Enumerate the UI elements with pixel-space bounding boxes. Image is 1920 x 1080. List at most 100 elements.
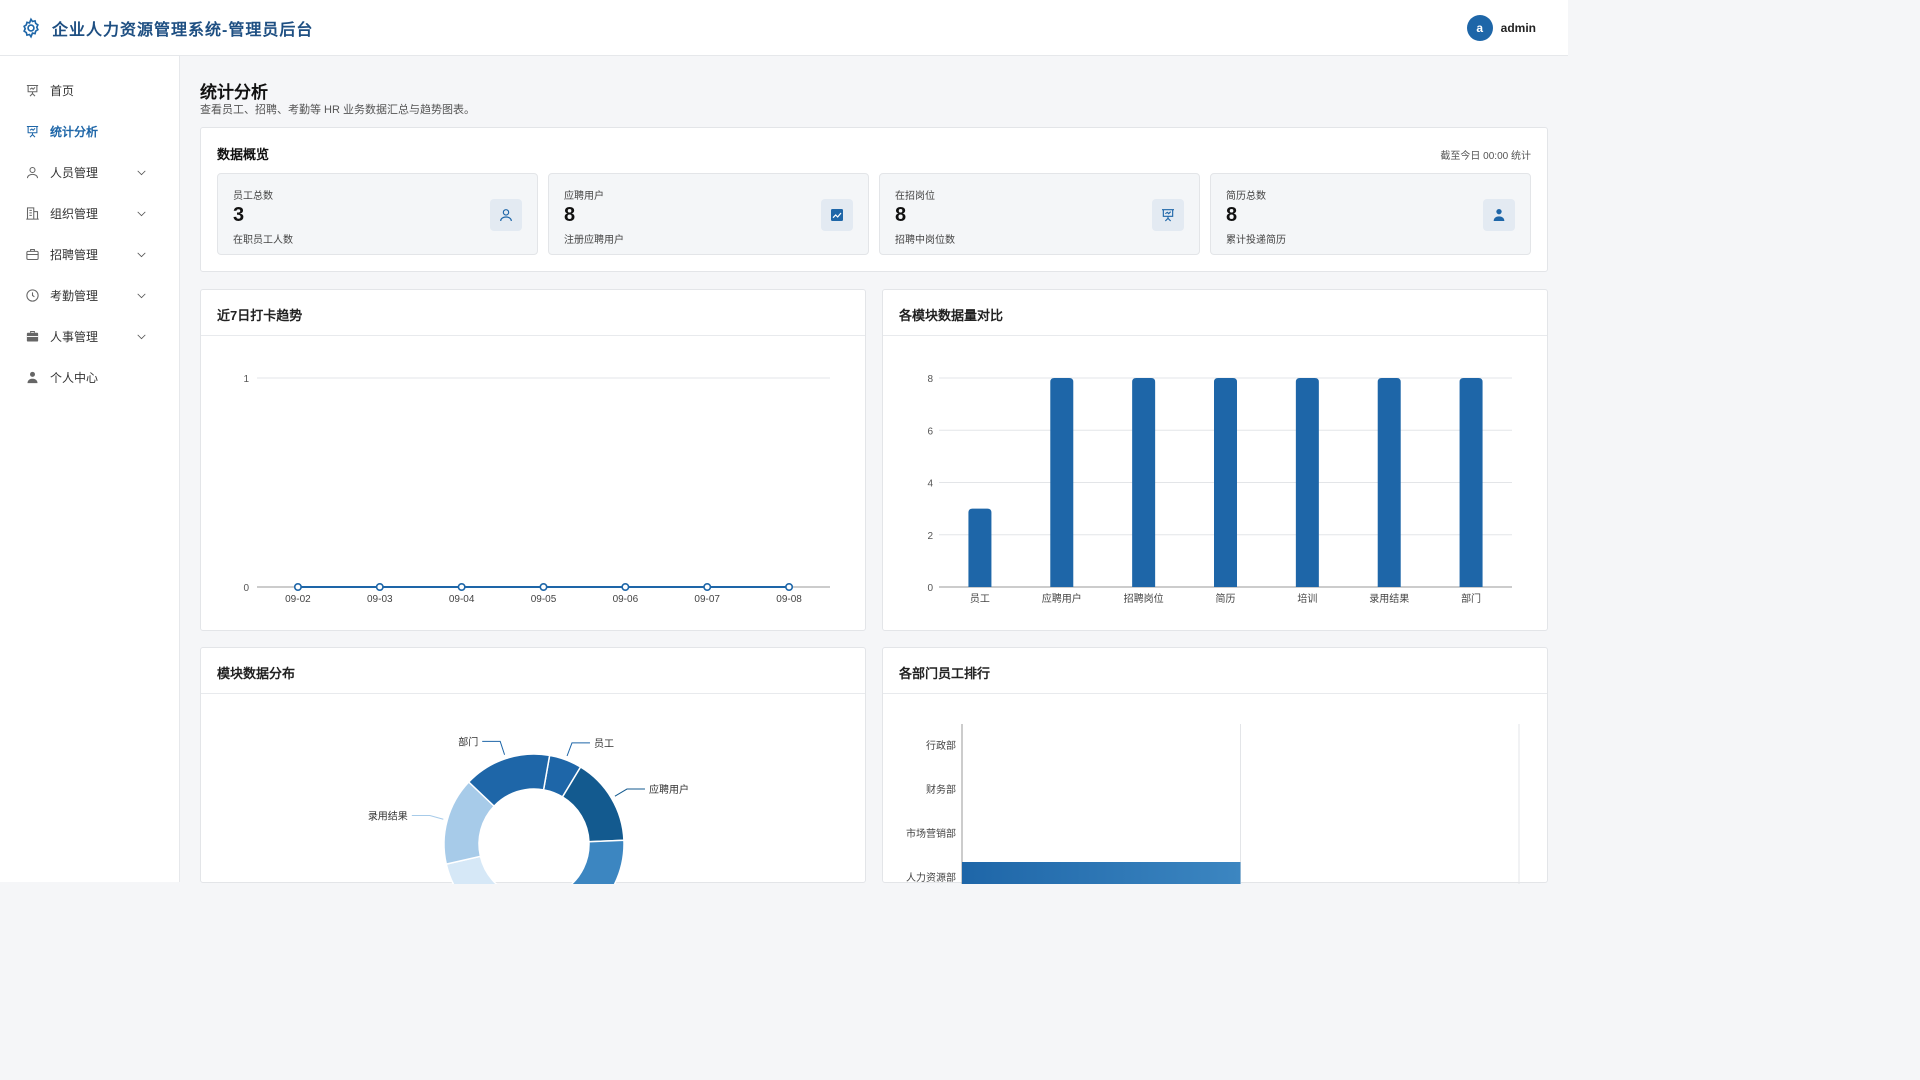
bar	[962, 862, 1241, 884]
user-name[interactable]: admin	[1501, 21, 1536, 35]
bar	[1459, 378, 1483, 587]
data-point	[375, 583, 384, 592]
stat-description: 注册应聘用户	[564, 235, 624, 246]
gear-icon[interactable]	[20, 17, 42, 39]
data-point	[293, 583, 302, 592]
ranking-chart-panel: 各部门员工排行 行政部 财务部 市场营销部 人力资源部	[882, 647, 1548, 884]
toolbox-icon	[26, 330, 39, 342]
stat-icon-box	[1483, 199, 1515, 231]
pie-label-leader	[566, 742, 590, 757]
stat-card: 员工总数 3 在职员工人数	[217, 173, 538, 255]
pie-label-leader	[482, 740, 506, 755]
ranking-chart-title: 各部门员工排行	[899, 666, 991, 681]
y-tick-label: 1	[243, 374, 249, 385]
sidebar-item-4[interactable]: 招聘管理	[0, 234, 179, 275]
pie-label: 应聘用户	[649, 783, 689, 796]
bar	[968, 508, 992, 587]
sidebar-item-label: 个人中心	[50, 371, 99, 385]
stat-value: 8	[564, 204, 576, 226]
person-filled-icon	[27, 371, 38, 384]
presentation-icon	[1162, 209, 1174, 222]
page-title: 统计分析	[200, 83, 268, 102]
user-icon	[500, 209, 512, 222]
y-tick-label: 4	[927, 479, 933, 490]
stat-card: 应聘用户 8 注册应聘用户	[548, 173, 869, 255]
chevron-down-icon[interactable]	[135, 330, 148, 343]
stat-label: 应聘用户	[564, 191, 604, 202]
y-tick-label: 2	[927, 531, 933, 542]
pie-label: 部门	[458, 735, 478, 748]
briefcase-icon	[26, 248, 39, 261]
sidebar-item-label: 组织管理	[50, 207, 99, 221]
sidebar-item-6[interactable]: 人事管理	[0, 316, 179, 357]
distribution-chart-title: 模块数据分布	[217, 666, 296, 681]
bar	[1214, 378, 1237, 587]
chevron-down-icon[interactable]	[135, 248, 148, 261]
x-tick-label: 09-02	[285, 594, 311, 605]
pie-label-leader	[614, 788, 645, 797]
sidebar-item-label: 人员管理	[50, 166, 99, 180]
overview-card: 数据概览 截至今日 00:00 统计 员工总数 3 在职员工人数 应聘用户 8 注册应聘用…	[200, 127, 1548, 272]
x-tick-label: 09-04	[449, 594, 475, 605]
avatar[interactable]: a	[1466, 15, 1493, 41]
chevron-down-icon[interactable]	[135, 166, 148, 179]
sidebar-item-label: 统计分析	[50, 125, 99, 139]
data-point	[785, 583, 794, 592]
stat-value: 3	[233, 204, 245, 226]
compare-chart-panel: 各模块数据量对比 0 2 4 6 8 员工 应聘用户 招聘岗位 简历 培训 录用结果 部门	[882, 289, 1548, 631]
sidebar-item-label: 人事管理	[50, 330, 99, 344]
overview-title: 数据概览	[217, 147, 270, 162]
x-tick-label: 部门	[1461, 592, 1481, 605]
sidebar-item-label: 首页	[50, 84, 75, 98]
sidebar-item-3[interactable]: 组织管理	[0, 193, 179, 234]
bar	[1295, 378, 1319, 587]
page-subtitle: 查看员工、招聘、考勤等 HR 业务数据汇总与趋势图表。	[200, 104, 475, 116]
x-tick-label: 录用结果	[1369, 592, 1409, 605]
x-tick-label: 09-05	[531, 594, 557, 605]
pie-label: 录用结果	[368, 810, 408, 823]
y-tick-label: 行政部	[926, 739, 956, 752]
stat-icon-box	[1152, 199, 1184, 231]
y-tick-label: 市场营销部	[906, 827, 956, 840]
sidebar-item-2[interactable]: 人员管理	[0, 152, 179, 193]
data-point	[621, 583, 630, 592]
stat-value: 8	[895, 204, 907, 226]
x-tick-label: 员工	[970, 593, 990, 605]
stat-icon-box	[490, 199, 522, 231]
pie-slice	[570, 839, 625, 884]
person-filled-icon	[1493, 209, 1505, 221]
sidebar-item-7[interactable]: 个人中心	[0, 357, 179, 398]
stat-label: 员工总数	[233, 191, 273, 202]
sidebar-item-5[interactable]: 考勤管理	[0, 275, 179, 316]
stat-card: 在招岗位 8 招聘中岗位数	[879, 173, 1200, 255]
x-tick-label: 应聘用户	[1042, 592, 1082, 605]
presentation-icon	[26, 125, 39, 138]
distribution-chart-panel: 模块数据分布 员工 应聘用户 录用结果 部门	[200, 647, 866, 884]
bar	[1050, 378, 1074, 587]
stat-label: 在招岗位	[895, 191, 935, 202]
y-tick-label: 人力资源部	[906, 871, 956, 884]
stat-icon-box	[821, 199, 853, 231]
sidebar-item-label: 招聘管理	[50, 248, 99, 262]
app-title: 企业人力资源管理系统-管理员后台	[52, 21, 314, 39]
sidebar-item-1[interactable]: 统计分析	[0, 111, 179, 152]
chevron-down-icon[interactable]	[135, 289, 148, 302]
top-header: 企业人力资源管理系统-管理员后台 a admin	[0, 0, 1568, 56]
x-tick-label: 培训	[1297, 592, 1317, 605]
compare-chart-title: 各模块数据量对比	[899, 308, 1004, 323]
user-menu[interactable]: a admin	[1466, 15, 1536, 41]
y-tick-label: 8	[927, 374, 933, 385]
stat-description: 招聘中岗位数	[895, 235, 955, 246]
data-point	[457, 583, 466, 592]
module-pie-chart: 员工应聘用户录用结果 部门	[368, 735, 689, 884]
y-tick-label: 6	[927, 426, 933, 437]
sidebar-item-0[interactable]: 首页	[0, 70, 179, 111]
stat-label: 简历总数	[1226, 191, 1266, 202]
sidebar-item-label: 考勤管理	[50, 289, 99, 303]
sidebar: 首页统计分析人员管理组织管理招聘管理考勤管理人事管理个人中心	[0, 56, 180, 882]
chevron-down-icon[interactable]	[135, 207, 148, 220]
pie-label-leader	[411, 815, 444, 820]
trend-chart-title: 近7日打卡趋势	[217, 308, 303, 323]
x-tick-label: 09-08	[776, 594, 802, 605]
department-ranking-chart: 行政部财务部市场营销部人力资源部	[906, 724, 1520, 884]
